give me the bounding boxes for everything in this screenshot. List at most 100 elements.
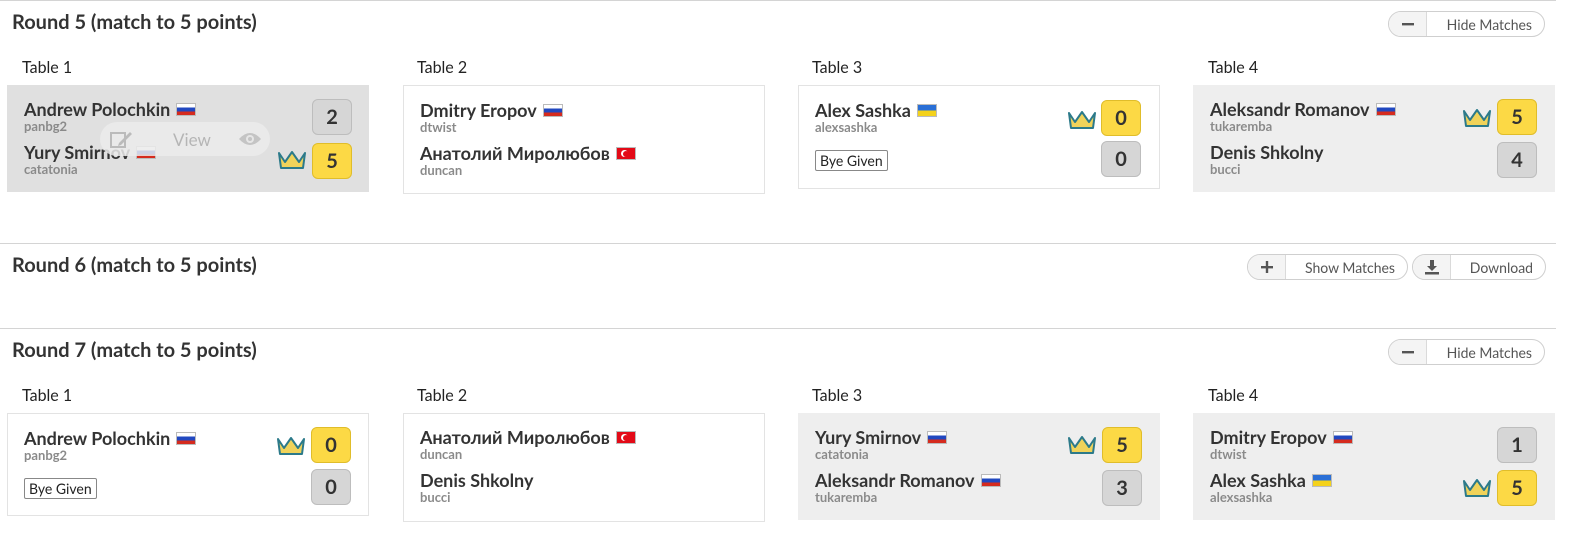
russia-flag-icon bbox=[1332, 430, 1353, 444]
player-name: Dmitry Eropov bbox=[1210, 426, 1327, 448]
score-box-winner: 0 bbox=[311, 427, 351, 463]
show-matches-button[interactable]: Show Matches bbox=[1247, 254, 1408, 280]
crown-icon bbox=[1068, 111, 1096, 129]
table-label: Table 1 bbox=[22, 386, 73, 405]
match-card[interactable]: Andrew Polochkin panbg2 Yury Smirnov cat… bbox=[7, 85, 369, 192]
score-box: 2 bbox=[312, 99, 352, 135]
bye-given-badge: Bye Given bbox=[24, 478, 97, 499]
russia-flag-icon bbox=[176, 431, 197, 445]
turkey-flag-icon bbox=[615, 430, 636, 444]
player-username: alexsashka bbox=[1210, 489, 1273, 505]
player-entry: Denis Shkolny bucci bbox=[420, 469, 533, 505]
player-entry: Alex Sashka alexsashka bbox=[815, 99, 937, 135]
minus-icon bbox=[1389, 340, 1427, 364]
player-entry: Aleksandr Romanov tukaremba bbox=[1210, 98, 1396, 134]
table-label: Table 2 bbox=[417, 58, 468, 77]
player-entry: Dmitry Eropov dtwist bbox=[1210, 426, 1353, 462]
round-divider bbox=[0, 0, 1556, 1]
player-name: Анатолий Миролюбов bbox=[420, 142, 610, 164]
crown-icon bbox=[1068, 436, 1096, 454]
player-entry: Dmitry Eropov dtwist bbox=[420, 99, 563, 135]
player-entry: Alex Sashka alexsashka bbox=[1210, 469, 1332, 505]
eye-icon[interactable] bbox=[238, 130, 262, 152]
russia-flag-icon bbox=[927, 430, 948, 444]
player-username: duncan bbox=[420, 162, 463, 178]
score-box: 0 bbox=[1101, 141, 1141, 177]
score-box: 1 bbox=[1497, 427, 1537, 463]
match-card[interactable]: Dmitry Eropov dtwist Анатолий Миролюбов … bbox=[403, 85, 765, 194]
score-box-winner: 5 bbox=[1497, 470, 1537, 506]
player-username: dtwist bbox=[420, 119, 457, 135]
player-entry: Анатолий Миролюбов duncan bbox=[420, 142, 636, 178]
match-card[interactable]: Dmitry Eropov dtwist Alex Sashka alexsas… bbox=[1193, 413, 1555, 520]
player-username: duncan bbox=[420, 446, 463, 462]
player-username: bucci bbox=[1210, 161, 1241, 177]
score-box-winner: 5 bbox=[312, 143, 352, 179]
hover-overlay: View bbox=[100, 122, 270, 156]
hide-matches-button[interactable]: Hide Matches bbox=[1388, 11, 1545, 37]
player-username: tukaremba bbox=[1210, 118, 1273, 134]
round-7: Round 7 (match to 5 points) Hide Matches… bbox=[0, 328, 1560, 528]
table-label: Table 4 bbox=[1208, 386, 1259, 405]
match-card[interactable]: Alex Sashka alexsashka 0 Bye Given 0 bbox=[798, 85, 1160, 189]
player-entry: Aleksandr Romanov tukaremba bbox=[815, 469, 1001, 505]
player-entry: Denis Shkolny bucci bbox=[1210, 141, 1323, 177]
player-entry: Анатолий Миролюбов duncan bbox=[420, 426, 636, 462]
score-box-winner: 5 bbox=[1102, 427, 1142, 463]
player-name: Andrew Polochkin bbox=[24, 427, 171, 449]
round-6: Round 6 (match to 5 points) Show Matches… bbox=[0, 243, 1560, 323]
player-username: bucci bbox=[420, 489, 451, 505]
crown-icon bbox=[1463, 109, 1491, 127]
ukraine-flag-icon bbox=[916, 103, 937, 117]
match-card[interactable]: Andrew Polochkin panbg2 0 Bye Given 0 bbox=[7, 413, 369, 516]
table-label: Table 4 bbox=[1208, 58, 1259, 77]
view-button[interactable]: View bbox=[173, 129, 211, 150]
plus-icon bbox=[1248, 255, 1286, 279]
crown-icon bbox=[278, 151, 306, 169]
match-card[interactable]: Анатолий Миролюбов duncan Denis Shkolny … bbox=[403, 413, 765, 522]
player-username: catatonia bbox=[815, 446, 869, 462]
score-box-winner: 5 bbox=[1497, 99, 1537, 135]
round-divider bbox=[0, 243, 1556, 244]
table-label: Table 1 bbox=[22, 58, 73, 77]
crown-icon bbox=[277, 437, 305, 455]
score-box: 3 bbox=[1102, 470, 1142, 506]
russia-flag-icon bbox=[1375, 102, 1396, 116]
score-box: 0 bbox=[311, 469, 351, 505]
round-title: Round 7 (match to 5 points) bbox=[12, 338, 257, 362]
russia-flag-icon bbox=[176, 102, 197, 116]
crown-icon bbox=[1463, 479, 1491, 497]
russia-flag-icon bbox=[542, 103, 563, 117]
table-label: Table 3 bbox=[812, 58, 863, 77]
player-name: Анатолий Миролюбов bbox=[420, 426, 610, 448]
table-label: Table 2 bbox=[417, 386, 468, 405]
download-button[interactable]: Download bbox=[1412, 254, 1546, 280]
player-name: Andrew Polochkin bbox=[24, 98, 171, 120]
player-entry: Andrew Polochkin panbg2 bbox=[24, 427, 197, 463]
player-username: tukaremba bbox=[815, 489, 878, 505]
turkey-flag-icon bbox=[615, 146, 636, 160]
match-card[interactable]: Aleksandr Romanov tukaremba Denis Shkoln… bbox=[1193, 85, 1555, 192]
table-label: Table 3 bbox=[812, 386, 863, 405]
bye-given-badge: Bye Given bbox=[815, 150, 888, 171]
match-card[interactable]: Yury Smirnov catatonia Aleksandr Romanov… bbox=[798, 413, 1160, 520]
player-username: dtwist bbox=[1210, 446, 1247, 462]
player-name: Alex Sashka bbox=[1210, 469, 1306, 491]
russia-flag-icon bbox=[980, 473, 1001, 487]
player-name: Denis Shkolny bbox=[1210, 141, 1324, 163]
download-icon bbox=[1413, 255, 1451, 279]
player-entry: Yury Smirnov catatonia bbox=[815, 426, 948, 462]
ukraine-flag-icon bbox=[1311, 473, 1332, 487]
edit-icon[interactable] bbox=[108, 128, 134, 154]
player-name: Dmitry Eropov bbox=[420, 99, 537, 121]
hide-matches-button[interactable]: Hide Matches bbox=[1388, 339, 1545, 365]
player-name: Yury Smirnov bbox=[815, 426, 922, 448]
round-divider bbox=[0, 328, 1556, 329]
minus-icon bbox=[1389, 12, 1427, 36]
player-username: panbg2 bbox=[24, 447, 68, 463]
round-title: Round 5 (match to 5 points) bbox=[12, 10, 257, 34]
round-title: Round 6 (match to 5 points) bbox=[12, 253, 257, 277]
round-5: Round 5 (match to 5 points) Hide Matches… bbox=[0, 0, 1560, 200]
score-box-winner: 0 bbox=[1101, 100, 1141, 136]
player-name: Alex Sashka bbox=[815, 99, 911, 121]
